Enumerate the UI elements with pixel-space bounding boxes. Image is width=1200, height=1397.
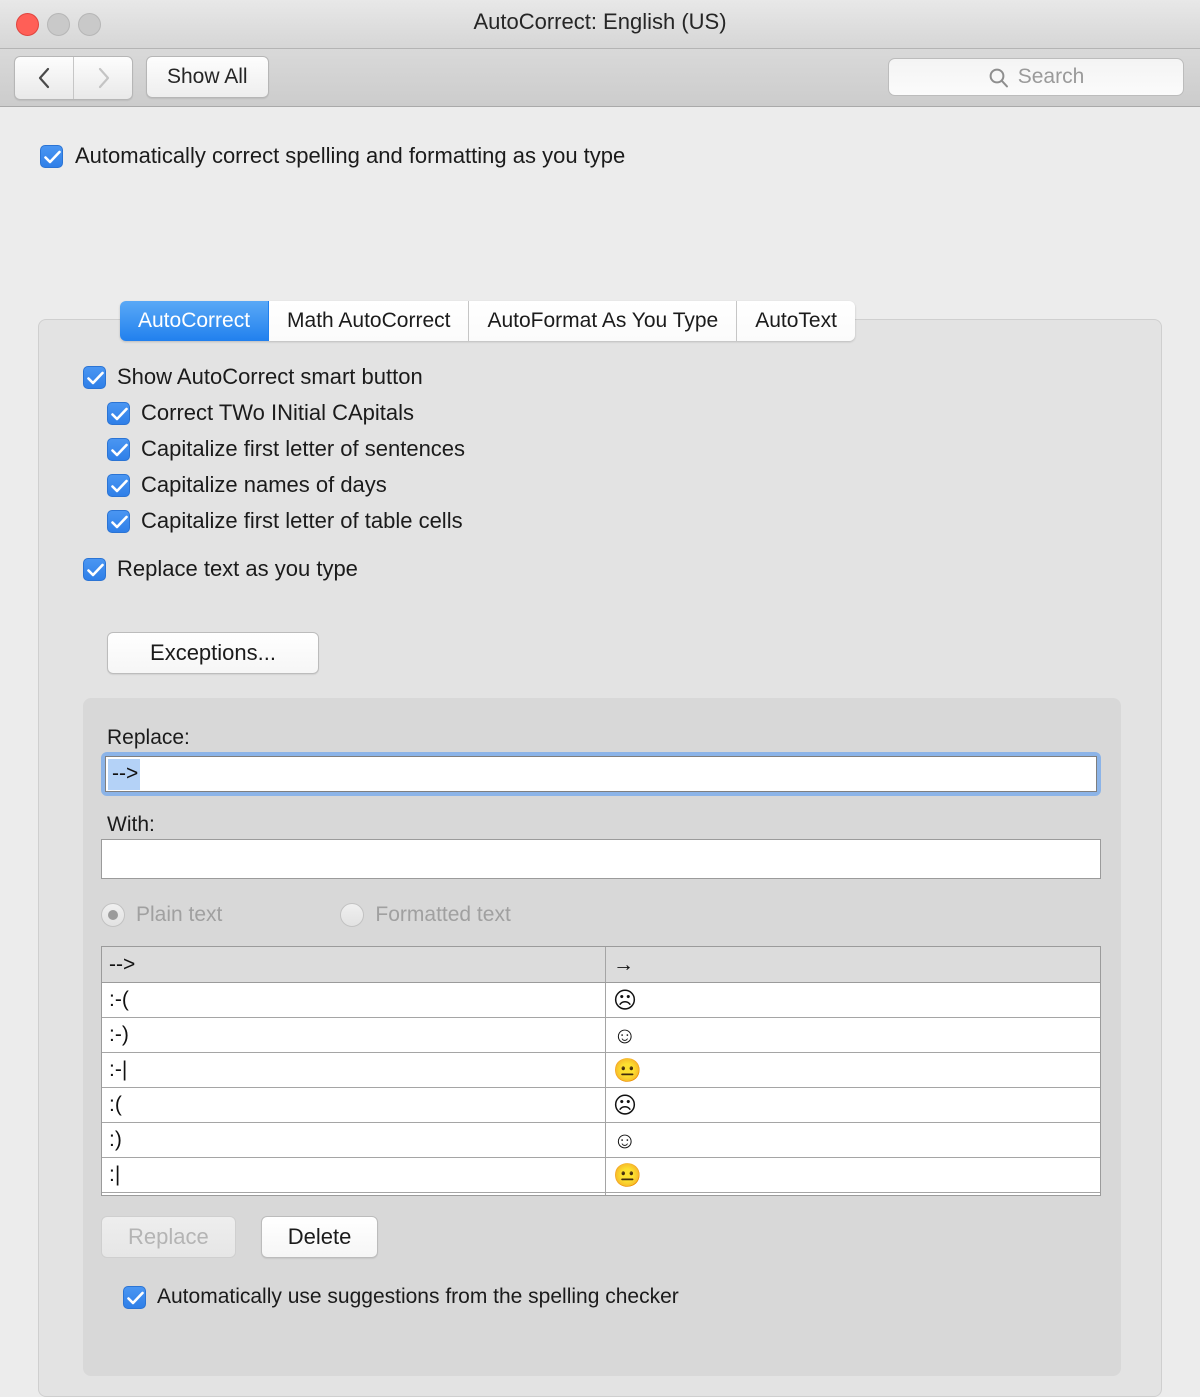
option-label: Replace text as you type <box>117 556 358 582</box>
checkbox-checked-icon[interactable] <box>107 510 130 533</box>
nav-segmented-control <box>14 56 133 100</box>
option-replace-text-as-you-type[interactable]: Replace text as you type <box>83 556 465 582</box>
table-row[interactable] <box>102 1193 1100 1196</box>
checkbox-checked-icon[interactable] <box>83 558 106 581</box>
option-capitalize-first-letter-sentences[interactable]: Capitalize first letter of sentences <box>107 436 465 462</box>
cell-with: 😐 <box>606 1158 1100 1192</box>
checkbox-checked-icon[interactable] <box>107 438 130 461</box>
option-show-smart-button[interactable]: Show AutoCorrect smart button <box>83 364 465 390</box>
tab-autoformat-as-you-type[interactable]: AutoFormat As You Type <box>469 301 737 341</box>
checkbox-checked-icon[interactable] <box>107 402 130 425</box>
option-label: Show AutoCorrect smart button <box>117 364 423 390</box>
table-action-buttons: Replace Delete <box>101 1216 378 1258</box>
cell-replace: :( <box>102 1088 606 1122</box>
master-autocorrect-label: Automatically correct spelling and forma… <box>75 143 625 169</box>
table-row[interactable]: :-) ☺ <box>102 1018 1100 1053</box>
tab-autotext[interactable]: AutoText <box>737 301 855 341</box>
forward-button <box>73 57 132 99</box>
table-row[interactable]: :-( ☹ <box>102 983 1100 1018</box>
option-capitalize-first-letter-table-cells[interactable]: Capitalize first letter of table cells <box>107 508 465 534</box>
radio-formatted-text: Formatted text <box>340 903 510 927</box>
option-label: Correct TWo INitial CApitals <box>141 400 414 426</box>
master-autocorrect-checkbox[interactable]: Automatically correct spelling and forma… <box>40 143 625 169</box>
table-header-row: --> → <box>102 947 1100 983</box>
checkbox-checked-icon[interactable] <box>83 366 106 389</box>
search-icon <box>988 67 1009 88</box>
with-field-label: With: <box>107 813 155 837</box>
preferences-toolbar: Show All Search <box>0 49 1200 107</box>
chevron-right-icon <box>97 67 110 89</box>
cell-replace <box>102 1193 606 1196</box>
preferences-content: Automatically correct spelling and forma… <box>0 107 1200 1351</box>
column-header-replace[interactable]: --> <box>102 947 606 982</box>
option-label: Capitalize first letter of table cells <box>141 508 463 534</box>
cell-replace: :-( <box>102 983 606 1017</box>
use-spelling-suggestions-checkbox[interactable]: Automatically use suggestions from the s… <box>123 1285 679 1309</box>
tab-autocorrect[interactable]: AutoCorrect <box>120 301 269 341</box>
autocorrect-options-list: Show AutoCorrect smart button Correct TW… <box>83 364 465 592</box>
cell-with: 😐 <box>606 1053 1100 1087</box>
option-correct-two-initial-capitals[interactable]: Correct TWo INitial CApitals <box>107 400 465 426</box>
option-label: Capitalize first letter of sentences <box>141 436 465 462</box>
radio-unselected-icon <box>340 903 364 927</box>
window-title: AutoCorrect: English (US) <box>0 9 1200 35</box>
replace-input-value: --> <box>108 759 140 790</box>
table-row[interactable]: :) ☺ <box>102 1123 1100 1158</box>
replace-input[interactable]: --> <box>105 756 1097 792</box>
delete-button[interactable]: Delete <box>261 1216 379 1258</box>
show-all-button[interactable]: Show All <box>146 56 269 98</box>
replace-input-focusring: --> <box>101 752 1101 796</box>
cell-with: ☺ <box>606 1123 1100 1157</box>
cell-replace: :) <box>102 1123 606 1157</box>
replace-text-groupbox: Replace: --> With: Plain text Formatted … <box>83 698 1121 1376</box>
radio-plain-text: Plain text <box>101 903 222 927</box>
table-row[interactable]: :| 😐 <box>102 1158 1100 1193</box>
table-row[interactable]: :( ☹ <box>102 1088 1100 1123</box>
chevron-left-icon <box>38 67 51 89</box>
checkbox-checked-icon[interactable] <box>107 474 130 497</box>
cell-replace: :-| <box>102 1053 606 1087</box>
autocorrect-tab-panel: Show AutoCorrect smart button Correct TW… <box>38 319 1162 1397</box>
tab-bar: AutoCorrect Math AutoCorrect AutoFormat … <box>120 301 855 341</box>
cell-with: ☹ <box>606 983 1100 1017</box>
cell-replace: :| <box>102 1158 606 1192</box>
table-row[interactable]: :-| 😐 <box>102 1053 1100 1088</box>
search-input-placeholder: Search <box>1018 65 1085 89</box>
window-titlebar: AutoCorrect: English (US) <box>0 0 1200 49</box>
replacements-table[interactable]: --> → :-( ☹ :-) ☺ :-| 😐 :( ☹ <box>101 946 1101 1196</box>
cell-with: ☹ <box>606 1088 1100 1122</box>
search-field[interactable]: Search <box>888 58 1184 96</box>
with-input[interactable] <box>101 839 1101 879</box>
replace-field-label: Replace: <box>107 726 190 750</box>
radio-label: Plain text <box>136 903 222 927</box>
cell-replace: :-) <box>102 1018 606 1052</box>
option-label: Capitalize names of days <box>141 472 387 498</box>
radio-selected-icon <box>101 903 125 927</box>
column-header-with[interactable]: → <box>606 947 1100 982</box>
checkbox-checked-icon[interactable] <box>123 1286 146 1309</box>
text-format-radio-group: Plain text Formatted text <box>101 903 511 927</box>
checkbox-checked-icon[interactable] <box>40 145 63 168</box>
back-button[interactable] <box>15 57 73 99</box>
radio-label: Formatted text <box>375 903 510 927</box>
replace-button: Replace <box>101 1216 236 1258</box>
option-capitalize-names-of-days[interactable]: Capitalize names of days <box>107 472 465 498</box>
exceptions-button[interactable]: Exceptions... <box>107 632 319 674</box>
cell-with <box>606 1193 1100 1196</box>
cell-with: ☺ <box>606 1018 1100 1052</box>
tab-math-autocorrect[interactable]: Math AutoCorrect <box>269 301 469 341</box>
use-spelling-suggestions-label: Automatically use suggestions from the s… <box>157 1285 679 1309</box>
